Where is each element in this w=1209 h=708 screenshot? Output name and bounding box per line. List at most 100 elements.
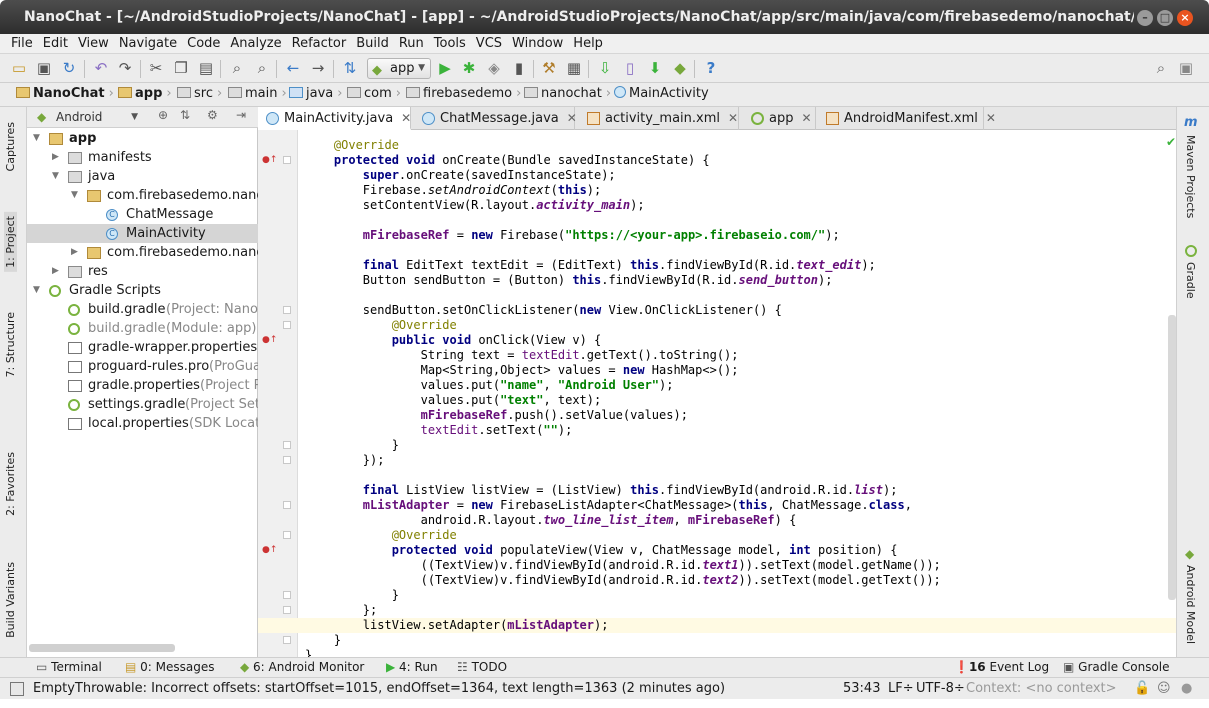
close-tab-icon[interactable]: ✕ bbox=[728, 111, 738, 125]
close-tab-icon[interactable]: ✕ bbox=[401, 111, 411, 125]
breadcrumb-item[interactable]: nanochat › bbox=[524, 86, 611, 101]
search-everywhere-icon[interactable]: ⌕ bbox=[1152, 59, 1170, 77]
caret-position[interactable]: 53:43 bbox=[843, 681, 880, 696]
code-line[interactable]: listView.setAdapter(mListAdapter); bbox=[258, 618, 1176, 633]
code-line[interactable]: Map<String,Object> values = new HashMap<… bbox=[258, 363, 739, 378]
line-separator[interactable]: LF÷ bbox=[888, 681, 914, 696]
file-encoding[interactable]: UTF-8÷ bbox=[916, 681, 965, 696]
code-line[interactable]: mListAdapter = new FirebaseListAdapter<C… bbox=[258, 498, 912, 513]
tab-favorites[interactable]: 2: Favorites bbox=[4, 452, 17, 516]
sync-icon[interactable]: ↻ bbox=[60, 59, 78, 77]
tab-app[interactable]: app ✕ bbox=[743, 107, 816, 130]
code-line[interactable]: Firebase.setAndroidContext(this); bbox=[258, 183, 601, 198]
code-line[interactable]: final ListView listView = (ListView) thi… bbox=[258, 483, 898, 498]
close-tab-icon[interactable]: ✕ bbox=[986, 111, 996, 125]
close-tab-icon[interactable]: ✕ bbox=[801, 111, 811, 125]
code-line[interactable]: android.R.layout.two_line_list_item, mFi… bbox=[258, 513, 797, 528]
code-line[interactable]: mFirebaseRef.push().setValue(values); bbox=[258, 408, 688, 423]
tab-build-variants[interactable]: Build Variants bbox=[4, 562, 17, 638]
user-icon[interactable]: ▣ bbox=[1177, 59, 1195, 77]
menu-view[interactable]: View bbox=[73, 34, 114, 53]
window-title-bar[interactable]: NanoChat - [~/AndroidStudioProjects/Nano… bbox=[0, 0, 1209, 34]
tab-messages[interactable]: ▤ 0: Messages bbox=[125, 660, 215, 674]
help-icon[interactable]: ? bbox=[702, 59, 720, 77]
close-tab-icon[interactable]: ✕ bbox=[567, 111, 577, 125]
tree-item[interactable]: build.gradle (Module: app) bbox=[27, 319, 258, 338]
hide-panel-icon[interactable]: ⇥ bbox=[236, 108, 246, 122]
code-line[interactable]: setContentView(R.layout.activity_main); bbox=[258, 198, 645, 213]
code-line[interactable]: mFirebaseRef = new Firebase("https://<yo… bbox=[258, 228, 840, 243]
code-line[interactable]: values.put("text", text); bbox=[258, 393, 602, 408]
tree-item[interactable]: gradle-wrapper.properties bbox=[27, 338, 258, 357]
open-folder-icon[interactable]: ▭ bbox=[10, 59, 28, 77]
code-line[interactable]: public void onClick(View v) { bbox=[258, 333, 602, 348]
code-line[interactable]: @Override bbox=[258, 318, 457, 333]
tab-mainactivity-java[interactable]: MainActivity.java ✕ bbox=[258, 107, 411, 130]
breadcrumb-item[interactable]: com › bbox=[347, 86, 401, 101]
code-line[interactable] bbox=[258, 213, 305, 228]
find-icon[interactable]: ⌕ bbox=[228, 59, 246, 77]
code-line[interactable] bbox=[258, 243, 305, 258]
settings-icon[interactable]: ▦ bbox=[565, 59, 583, 77]
tab-gradle-console[interactable]: ▣ Gradle Console bbox=[1063, 660, 1170, 674]
code-line[interactable]: String text = textEdit.getText().toStrin… bbox=[258, 348, 739, 363]
gradle-sync-icon[interactable]: ⇩ bbox=[596, 59, 614, 77]
breadcrumb-item[interactable]: main › bbox=[228, 86, 287, 101]
collapsed-arrow-icon[interactable]: ▶ bbox=[71, 243, 81, 262]
code-line[interactable]: super.onCreate(savedInstanceState); bbox=[258, 168, 616, 183]
inspector-icon[interactable]: ☺ bbox=[1157, 681, 1171, 696]
menu-tools[interactable]: Tools bbox=[429, 34, 471, 53]
breadcrumb-item[interactable]: MainActivity bbox=[614, 86, 709, 101]
breadcrumb-item[interactable]: firebasedemo › bbox=[406, 86, 521, 101]
menu-edit[interactable]: Edit bbox=[38, 34, 73, 53]
toggle-tool-windows-icon[interactable] bbox=[10, 682, 24, 696]
code-line[interactable]: values.put("name", "Android User"); bbox=[258, 378, 674, 393]
tree-item[interactable]: ▶ com.firebasedemo.nanochat bbox=[27, 243, 258, 262]
sdk-manager-icon[interactable]: ⬇ bbox=[646, 59, 664, 77]
tab-androidmanifest-xml[interactable]: AndroidManifest.xml ✕ bbox=[818, 107, 996, 130]
code-line[interactable]: } bbox=[258, 588, 399, 603]
attach-debugger-icon[interactable]: ▮ bbox=[510, 59, 528, 77]
tree-item[interactable]: gradle.properties (Project Properties) bbox=[27, 376, 258, 395]
code-line[interactable]: } bbox=[258, 633, 341, 648]
tab-structure[interactable]: 7: Structure bbox=[4, 312, 17, 377]
menu-file[interactable]: File bbox=[6, 34, 38, 53]
code-line[interactable]: } bbox=[258, 438, 399, 453]
tab-android-model[interactable]: Android Model bbox=[1184, 565, 1197, 644]
collapse-all-icon[interactable]: ⇅ bbox=[180, 108, 190, 122]
tab-event-log[interactable]: ❗16 Event Log bbox=[954, 660, 1049, 674]
run-configuration-select[interactable]: ◆ app ▼ bbox=[367, 58, 431, 79]
tree-item[interactable]: ▼ com.firebasedemo.nanochat bbox=[27, 186, 258, 205]
tree-item[interactable]: ▶ res bbox=[27, 262, 258, 281]
code-line[interactable]: protected void onCreate(Bundle savedInst… bbox=[258, 153, 710, 168]
run-icon[interactable]: ▶ bbox=[436, 59, 454, 77]
copy-icon[interactable]: ❐ bbox=[172, 59, 190, 77]
save-icon[interactable]: ▣ bbox=[35, 59, 53, 77]
menu-code[interactable]: Code bbox=[182, 34, 225, 53]
expanded-arrow-icon[interactable]: ▼ bbox=[33, 129, 43, 148]
tree-item[interactable]: ▶ manifests bbox=[27, 148, 258, 167]
tree-item[interactable]: build.gradle (Project: NanoChat) bbox=[27, 300, 258, 319]
tree-item[interactable]: ▼ Gradle Scripts bbox=[27, 281, 258, 300]
coverage-icon[interactable]: ◈ bbox=[485, 59, 503, 77]
android-device-monitor-icon[interactable]: ◆ bbox=[671, 59, 689, 77]
context-indicator[interactable]: Context: <no context> bbox=[966, 681, 1117, 696]
code-line[interactable]: } bbox=[258, 648, 312, 657]
replace-icon[interactable]: ⌕ bbox=[253, 59, 271, 77]
redo-icon[interactable]: ↷ bbox=[116, 59, 134, 77]
close-icon[interactable]: × bbox=[1177, 10, 1193, 26]
tab-maven-projects[interactable]: Maven Projects bbox=[1184, 135, 1197, 218]
expanded-arrow-icon[interactable]: ▼ bbox=[52, 167, 62, 186]
code-line[interactable] bbox=[258, 468, 305, 483]
avd-manager-icon[interactable]: ▯ bbox=[621, 59, 639, 77]
maximize-icon[interactable]: □ bbox=[1157, 10, 1173, 26]
menu-navigate[interactable]: Navigate bbox=[114, 34, 182, 53]
menu-analyze[interactable]: Analyze bbox=[225, 34, 286, 53]
menu-build[interactable]: Build bbox=[351, 34, 394, 53]
forward-icon[interactable]: → bbox=[309, 59, 327, 77]
collapsed-arrow-icon[interactable]: ▶ bbox=[52, 262, 62, 281]
menu-vcs[interactable]: VCS bbox=[471, 34, 507, 53]
tree-item[interactable]: proguard-rules.pro (ProGuard Rules) bbox=[27, 357, 258, 376]
menu-run[interactable]: Run bbox=[394, 34, 429, 53]
code-line[interactable]: Button sendButton = (Button) this.findVi… bbox=[258, 273, 833, 288]
